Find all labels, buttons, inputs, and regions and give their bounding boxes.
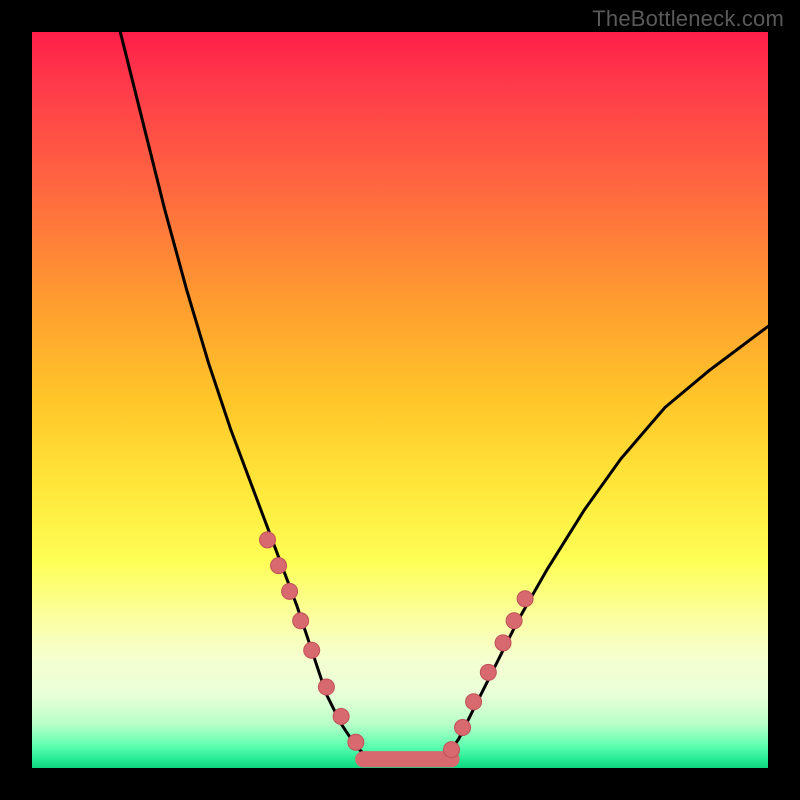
data-dot-left (348, 734, 364, 750)
data-dot-right (444, 742, 460, 758)
data-dot-left (318, 679, 334, 695)
attribution-text: TheBottleneck.com (592, 6, 784, 32)
data-dot-right (517, 591, 533, 607)
data-dot-left (260, 532, 276, 548)
data-dot-left (293, 613, 309, 629)
plot-area (32, 32, 768, 768)
data-dot-left (304, 642, 320, 658)
data-dot-right (455, 720, 471, 736)
data-dot-left (282, 583, 298, 599)
curve-svg (32, 32, 768, 768)
data-dot-left (271, 558, 287, 574)
data-dot-right (495, 635, 511, 651)
data-dot-right (506, 613, 522, 629)
data-dot-right (480, 664, 496, 680)
chart-frame: TheBottleneck.com (0, 0, 800, 800)
bottleneck-curve (120, 32, 768, 765)
data-dot-right (466, 694, 482, 710)
data-dot-left (333, 708, 349, 724)
